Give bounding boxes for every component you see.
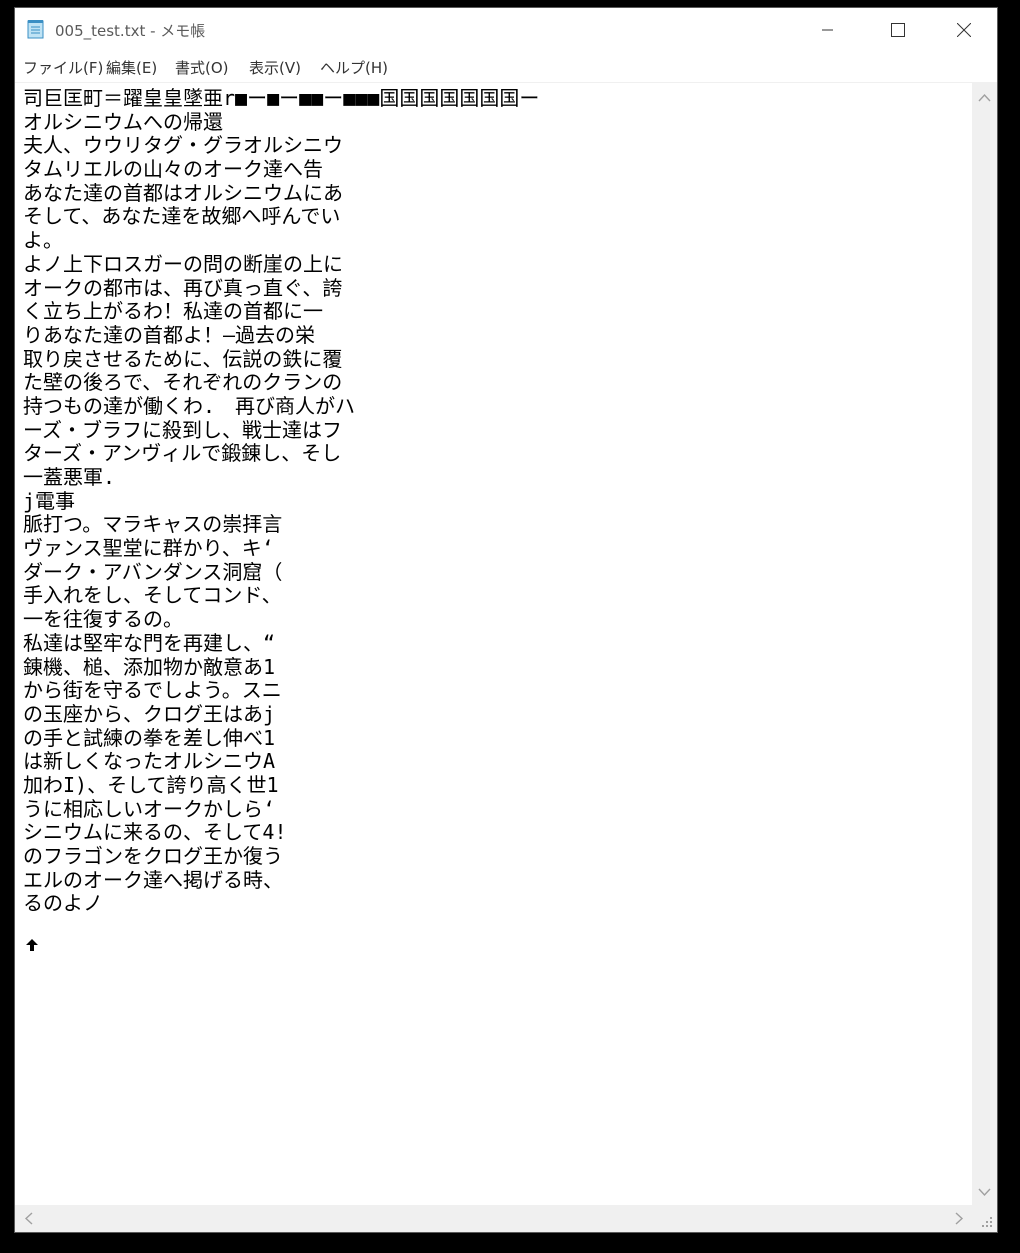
scroll-down-icon[interactable] <box>978 1188 991 1197</box>
scroll-right-icon[interactable] <box>955 1212 964 1225</box>
document-line: シニウムに来るの、そして4! <box>23 820 287 845</box>
document-line: 私達は堅牢な門を再建し、“ <box>23 630 276 655</box>
menu-view[interactable]: 表示(V) <box>247 57 303 78</box>
size-grip-icon <box>982 1217 992 1227</box>
document-line: ーズ・ブラフに殺到し、戦士達はフ <box>23 417 342 442</box>
document-line: j電事 <box>23 488 76 513</box>
document-line: の玉座から、クログ王はあj <box>23 701 276 726</box>
menu-format[interactable]: 書式(O) <box>173 57 231 78</box>
menu-edit[interactable]: 編集(E) <box>104 57 159 78</box>
document-line: タムリエルの山々のオーク達へ告 <box>23 157 323 182</box>
maximize-button[interactable] <box>863 8 933 52</box>
scroll-left-icon[interactable] <box>24 1212 33 1225</box>
document-line: のフラゴンをクログ王か復う <box>23 844 283 868</box>
document-line: 脈打つ。マラキャスの崇拝言 <box>23 512 283 537</box>
document-line: 一蓋悪軍. <box>23 465 116 489</box>
text-editor[interactable]: 司巨匡町＝躍皇皇墜亜r■ー■ー■■ー■■■国国国国国国国ー オルシニウムへの帰還… <box>15 83 972 1205</box>
document-line: エルのオーク達へ掲げる時、 <box>23 867 283 892</box>
document-line: 司巨匡町＝躍皇皇墜亜r■ー■ー■■ー■■■国国国国国国国ー <box>23 86 540 110</box>
document-line: よノ上下ロスガーの問の断崖の上に <box>23 251 343 276</box>
minimize-icon <box>822 29 833 31</box>
notepad-app-icon <box>27 20 44 39</box>
menu-help[interactable]: ヘルプ(H) <box>318 57 390 78</box>
document-line: よ。 <box>23 228 63 253</box>
document-line: るのよノ <box>23 891 103 916</box>
document-line: ターズ・アンヴィルで鍛錬し、そし <box>23 441 342 466</box>
close-button[interactable] <box>929 8 997 52</box>
document-line: りあなた達の首都よ！—過去の栄 <box>23 322 316 347</box>
size-grip[interactable] <box>972 1205 997 1232</box>
document-line: オルシニウムへの帰還 <box>23 109 223 134</box>
up-arrow-glyph-icon <box>26 939 38 951</box>
document-line: そして、あなた達を故郷へ呼んでい <box>23 204 341 229</box>
document-line: うに相応しいオークかしら‘ <box>23 796 276 821</box>
title-bar[interactable]: 005_test.txt - メモ帳 <box>15 8 997 52</box>
vertical-scrollbar[interactable] <box>972 83 997 1205</box>
document-text: 司巨匡町＝躍皇皇墜亜r■ー■ー■■ー■■■国国国国国国国ー オルシニウムへの帰還… <box>23 86 540 916</box>
horizontal-scrollbar[interactable] <box>15 1205 972 1232</box>
menu-file[interactable]: ファイル(F) <box>21 57 105 78</box>
document-line: 錬機、槌、添加物か敵意あ1 <box>23 654 276 679</box>
notepad-window: 005_test.txt - メモ帳 ファイル(F) 編集(E) 書式(O) 表… <box>14 7 998 1233</box>
scroll-up-icon[interactable] <box>978 93 991 102</box>
document-line: 一を往復するの。 <box>23 607 183 632</box>
document-line: は新しくなったオルシニウA <box>23 749 276 774</box>
menu-bar: ファイル(F) 編集(E) 書式(O) 表示(V) ヘルプ(H) <box>15 52 997 83</box>
document-line: 持つもの達が働くわ. 再び商人がハ <box>23 393 356 418</box>
window-title: 005_test.txt - メモ帳 <box>55 22 206 40</box>
maximize-icon <box>891 23 905 37</box>
document-line: あなた達の首都はオルシニウムにあ <box>23 180 343 205</box>
minimize-button[interactable] <box>793 8 863 52</box>
document-line: から街を守るでしよう。スニ <box>23 678 282 703</box>
document-line: く立ち上がるわ！私達の首都に一 <box>23 299 323 324</box>
document-line: 加わI)、そして誇り高く世1 <box>23 772 279 797</box>
close-icon <box>957 23 971 37</box>
document-line: ヴァンス聖堂に群かり、キ‘ <box>23 536 274 561</box>
document-line: 手入れをし、そしてコンド、 <box>23 583 282 608</box>
document-line: の手と試練の拳を差し伸べ1 <box>23 725 276 750</box>
document-line: 夫人、ウウリタグ・グラオルシニウ <box>23 133 343 158</box>
document-line: ダーク・アバンダンス洞窟（ <box>23 559 283 584</box>
document-line: オークの都市は、再び真っ直ぐ、誇 <box>23 275 343 300</box>
document-line: 取り戻させるために、伝説の鉄に覆 <box>23 346 343 371</box>
document-line: た壁の後ろで、それぞれのクランの <box>23 370 343 395</box>
